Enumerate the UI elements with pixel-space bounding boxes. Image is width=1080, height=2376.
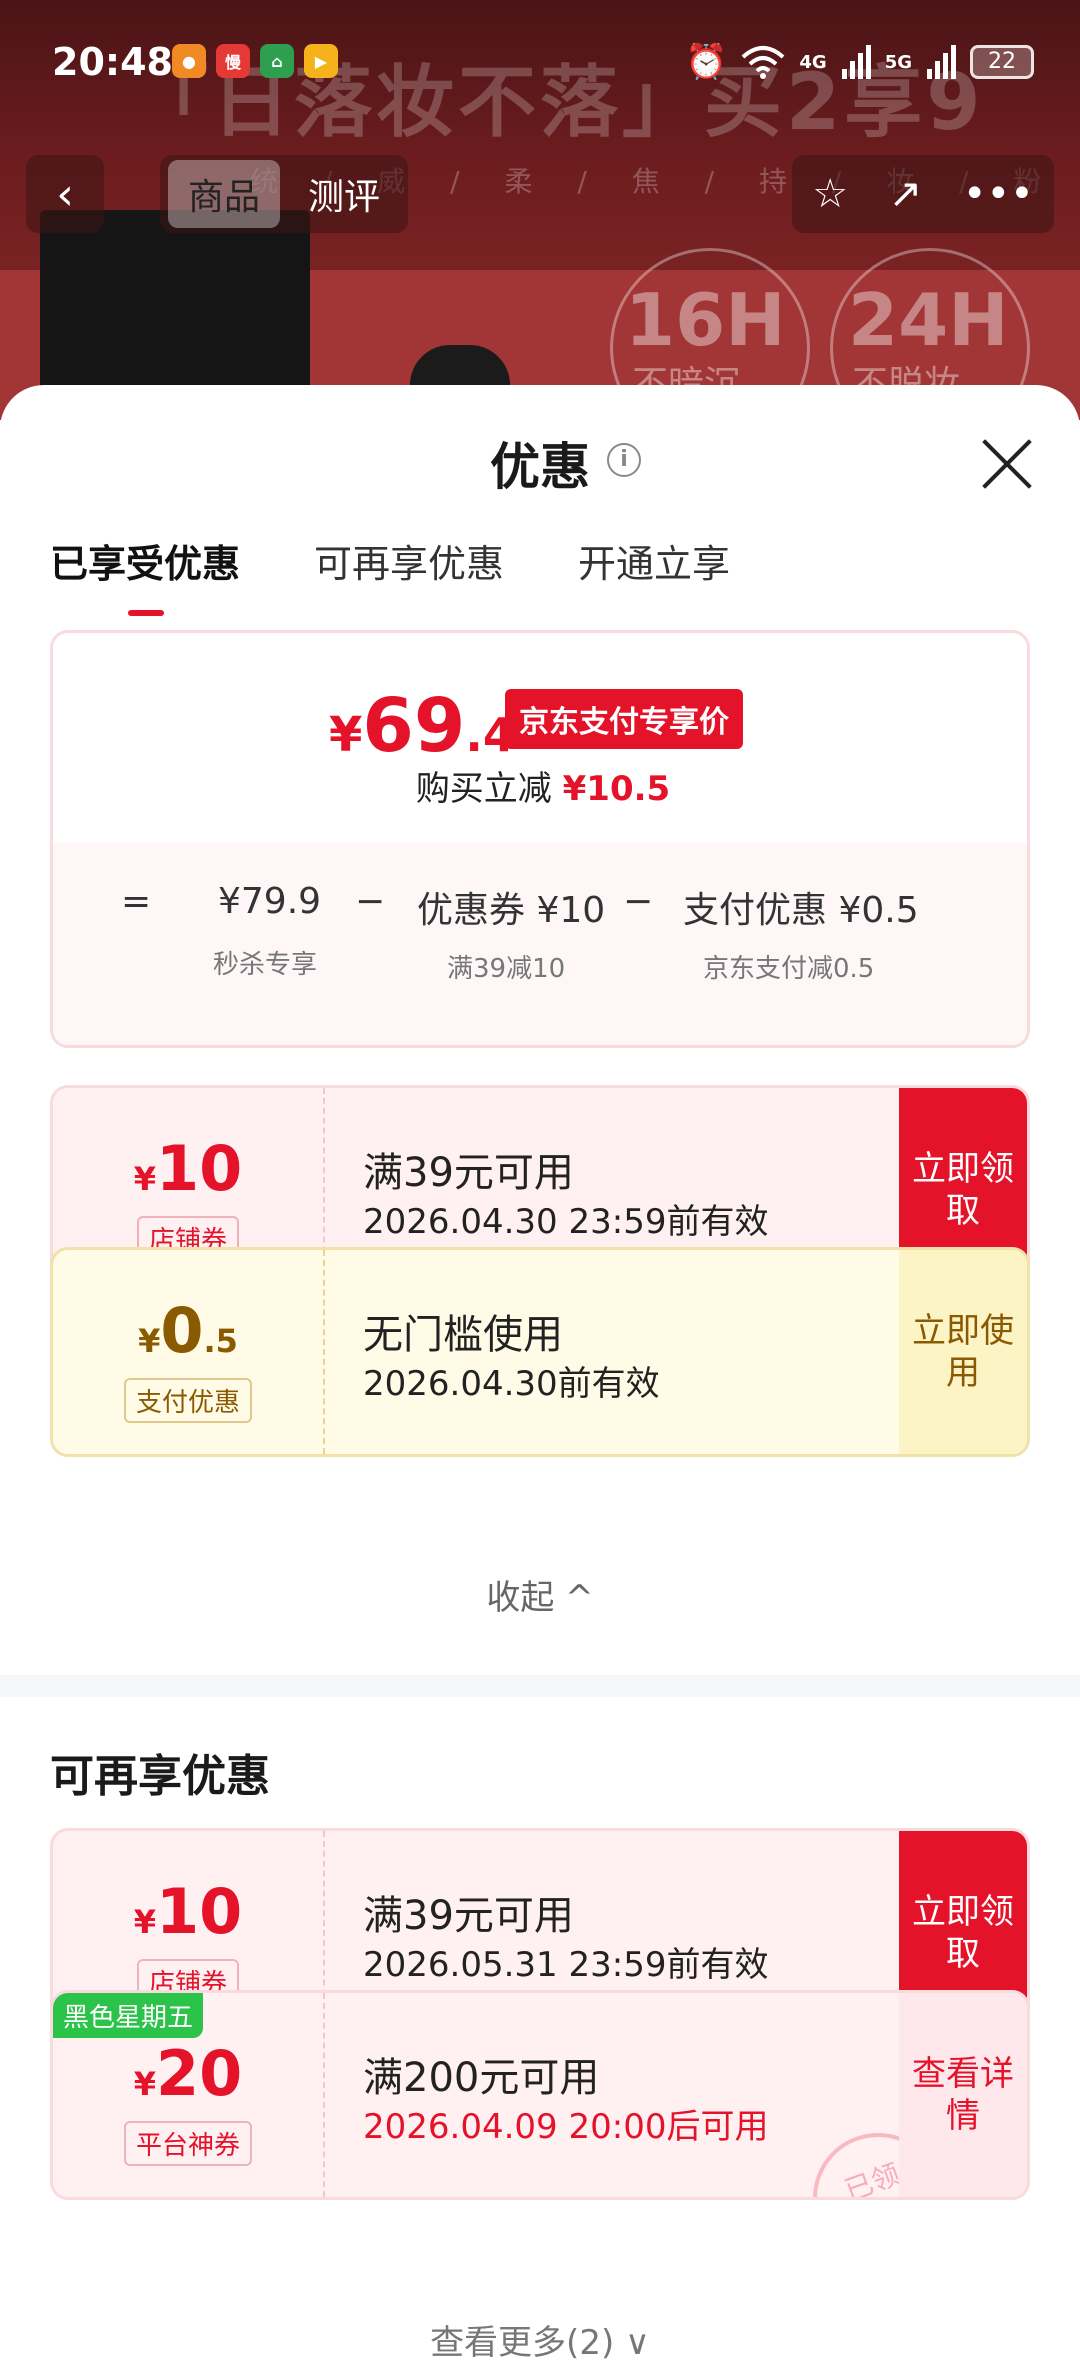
app-notification-icon: ▶: [304, 44, 338, 78]
status-time: 20:48: [52, 40, 173, 84]
price-breakdown: = ¥79.9 秒杀专享 − 优惠券 ¥10 满39减10 − 支付优惠 ¥0.…: [53, 843, 1027, 1045]
equals-sign: =: [121, 881, 152, 922]
status-indicators: ⏰ 4G 5G 22: [685, 42, 1034, 82]
coupon-condition: 满200元可用: [363, 2055, 600, 2101]
coupon-type-tag: 支付优惠: [123, 1378, 253, 1423]
coupon-condition: 无门槛使用: [363, 1312, 563, 1358]
final-price: ¥69.4: [329, 683, 515, 769]
close-icon[interactable]: [980, 437, 1034, 491]
coupon-validity: 2026.05.31 23:59前有效: [363, 1945, 769, 1985]
notification-icons: ● 慢 ⌂ ▶: [172, 44, 338, 78]
coupon-value: 0: [160, 1294, 204, 1367]
coupon-amount: ¥10: [53, 1875, 323, 1948]
back-button[interactable]: ‹: [26, 155, 104, 233]
coupon-value-decimal: .5: [203, 1322, 238, 1360]
coupon-amount: ¥10: [53, 1132, 323, 1205]
info-icon[interactable]: i: [607, 443, 641, 477]
app-notification-icon: ●: [172, 44, 206, 78]
battery-icon: 22: [970, 45, 1034, 79]
discount-tabs: 已享受优惠 可再享优惠 开通立享: [50, 533, 730, 616]
coupon-currency: ¥: [133, 1160, 156, 1198]
jd-pay-exclusive-tag: 京东支付专享价: [505, 689, 743, 749]
signal-5g-icon: 5G: [884, 51, 912, 73]
alarm-icon: ⏰: [685, 42, 728, 82]
coupon-condition: 满39元可用: [363, 1893, 574, 1939]
coupon-amount: ¥0.5: [53, 1294, 323, 1367]
pay-deduction: 支付优惠 ¥0.5: [683, 890, 919, 931]
coupon-currency: ¥: [138, 1322, 161, 1360]
coupon-value: 10: [155, 1132, 243, 1205]
minus-sign: −: [623, 881, 654, 922]
coupon-condition: 满39元可用: [363, 1150, 574, 1196]
base-price-note: 秒杀专享: [213, 950, 318, 980]
view-more-button[interactable]: 查看更多(2) ∨: [0, 2315, 1080, 2364]
coupon-value: 10: [155, 1875, 243, 1948]
coupon-deduction-note: 满39减10: [447, 954, 566, 984]
coupon-card: ¥0.5 支付优惠 无门槛使用 2026.04.30前有效 立即使用: [50, 1247, 1030, 1457]
discount-sheet: 优惠 i 已享受优惠 可再享优惠 开通立享 ¥69.4 京东支付专享价 购买立减…: [0, 385, 1080, 2376]
coupon-value-area: ¥0.5 支付优惠: [53, 1250, 323, 1454]
product-nav-tabs: 商品 测评: [160, 155, 409, 233]
signal-bars-icon: [841, 45, 871, 79]
tab-review[interactable]: 测评: [288, 160, 400, 228]
claim-24h: 24H: [848, 278, 1009, 362]
coupon-currency: ¥: [133, 1903, 156, 1941]
section-title: 可再享优惠: [50, 1751, 270, 1802]
coupon-value: 20: [155, 2037, 243, 2110]
product-actions: ☆ ↗ •••: [792, 155, 1054, 233]
reduction-value: ¥10.5: [562, 769, 671, 809]
coupon-divider: [323, 1250, 325, 1454]
coupon-validity: 2026.04.30 23:59前有效: [363, 1202, 769, 1242]
final-price-area: ¥69.4 京东支付专享价 购买立减 ¥10.5: [53, 633, 1027, 843]
more-icon[interactable]: •••: [963, 171, 1034, 217]
signal-bars-icon: [927, 45, 956, 79]
share-icon[interactable]: ↗: [889, 171, 923, 217]
coupon-amount: ¥20: [53, 2037, 323, 2110]
section-divider: [0, 1675, 1080, 1697]
coupon-value-area: ¥20 平台神券: [53, 1993, 323, 2197]
view-details-button[interactable]: 查看详情: [899, 1993, 1027, 2197]
base-price: ¥79.9: [218, 881, 322, 922]
price-integer: 69: [362, 683, 466, 769]
status-bar: 20:48 ● 慢 ⌂ ▶ ⏰ 4G 5G 22: [0, 0, 1080, 120]
minus-sign: −: [355, 881, 386, 922]
instant-reduction: 购买立减 ¥10.5: [53, 761, 1027, 810]
tab-product[interactable]: 商品: [168, 160, 281, 228]
reduction-label: 购买立减: [415, 769, 552, 809]
tab-activate-discounts[interactable]: 开通立享: [578, 533, 730, 588]
tab-applied-discounts[interactable]: 已享受优惠: [50, 533, 240, 616]
coupon-card: 黑色星期五 ¥20 平台神券 满200元可用 2026.04.09 20:00后…: [50, 1990, 1030, 2200]
tab-more-discounts[interactable]: 可再享优惠: [314, 533, 504, 588]
wifi-icon: [742, 46, 785, 79]
coupon-validity: 2026.04.30前有效: [363, 1364, 660, 1404]
pay-deduction-note: 京东支付减0.5: [703, 954, 875, 984]
sheet-title: 优惠: [490, 438, 590, 496]
app-notification-icon: 慢: [216, 44, 250, 78]
coupon-type-tag: 平台神券: [123, 2121, 253, 2166]
claim-16h: 16H: [625, 278, 786, 362]
app-notification-icon: ⌂: [260, 44, 294, 78]
signal-4g-icon: 4G: [799, 51, 827, 73]
price-summary-card: ¥69.4 京东支付专享价 购买立减 ¥10.5 = ¥79.9 秒杀专享 − …: [50, 630, 1030, 1048]
price-currency: ¥: [329, 707, 363, 763]
favorite-star-icon[interactable]: ☆: [812, 171, 848, 217]
coupon-deduction: 优惠券 ¥10: [417, 890, 606, 931]
use-coupon-button[interactable]: 立即使用: [899, 1250, 1027, 1454]
chevron-left-icon: ‹: [56, 168, 74, 220]
collapse-button[interactable]: 收起 ^: [0, 1570, 1080, 1619]
coupon-currency: ¥: [133, 2065, 156, 2103]
coupon-validity: 2026.04.09 20:00后可用: [363, 2107, 769, 2147]
coupon-divider: [323, 1993, 325, 2197]
